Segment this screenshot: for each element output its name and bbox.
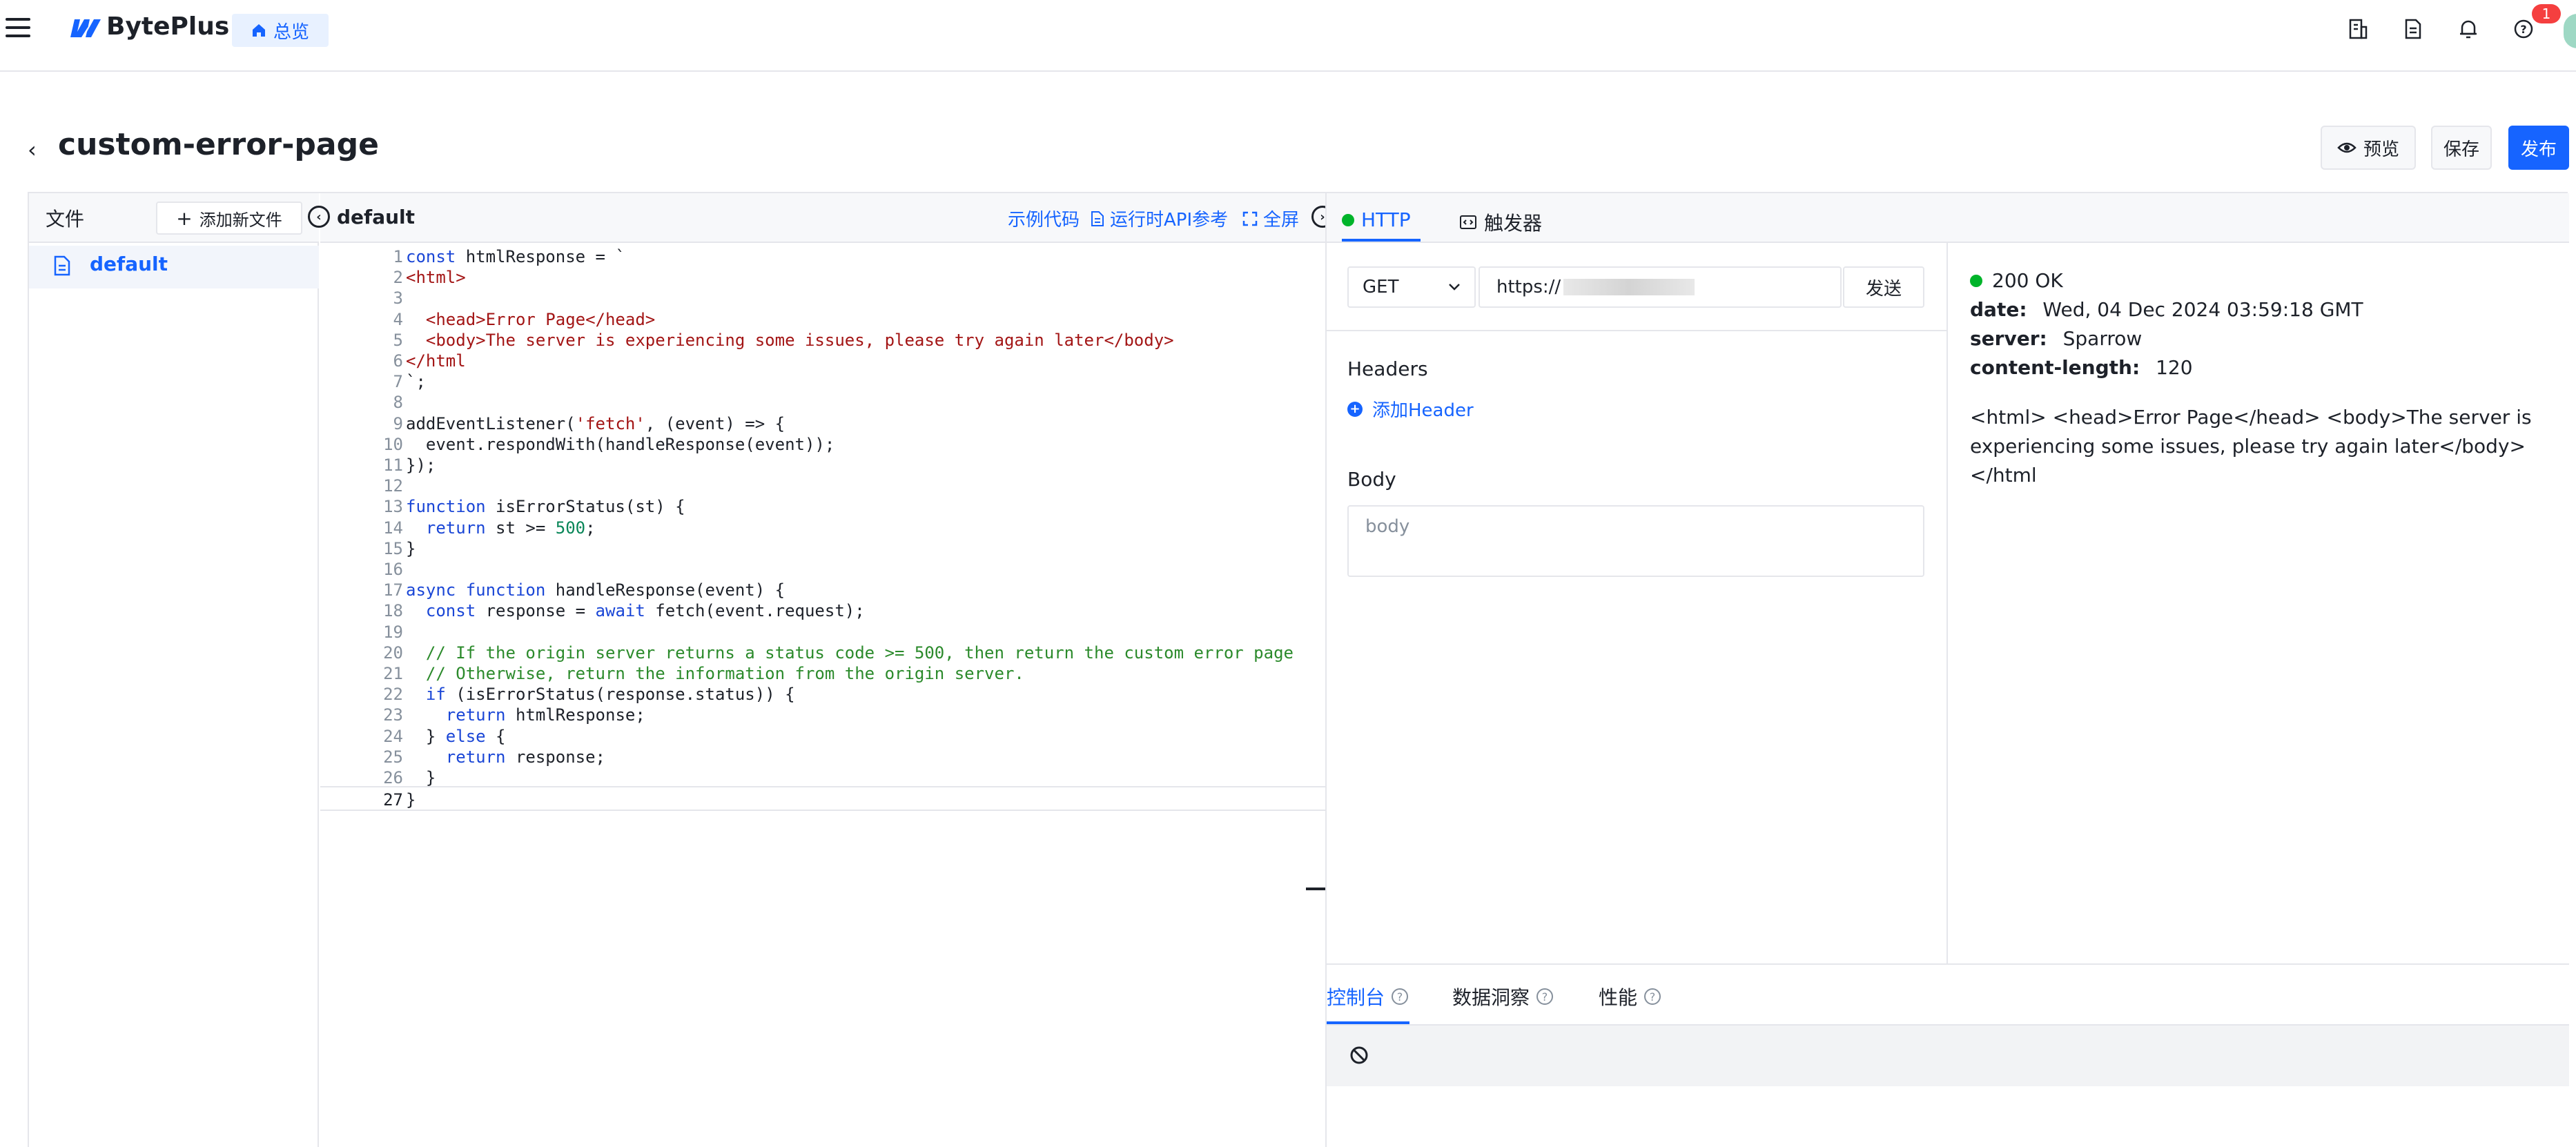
help-circle-icon[interactable]: ? [1644, 988, 1661, 1005]
save-button[interactable]: 保存 [2431, 126, 2492, 170]
tab-trigger[interactable]: 触发器 [1459, 208, 1542, 236]
response-header-row: date: Wed, 04 Dec 2024 03:59:18 GMT [1970, 298, 2363, 321]
tab-console-label: 控制台 [1327, 986, 1385, 1009]
svg-text:?: ? [2520, 23, 2526, 36]
notification-badge: 1 [2532, 4, 2561, 23]
overview-chip[interactable]: 总览 [232, 14, 329, 47]
header-key: server: [1970, 327, 2047, 350]
tab-performance-label: 性能 [1599, 986, 1638, 1009]
fullscreen-icon [1242, 211, 1258, 226]
header-value: Wed, 04 Dec 2024 03:59:18 GMT [2042, 298, 2363, 321]
response-body: <html> <head>Error Page</head> <body>The… [1970, 406, 2532, 487]
request-column [1327, 243, 1948, 963]
code-text: } [406, 790, 416, 810]
plus-icon: + [176, 206, 193, 230]
header-value: Sparrow [2062, 327, 2143, 350]
add-circle-icon: + [1347, 401, 1363, 417]
home-icon [252, 24, 265, 37]
send-button[interactable]: 发送 [1843, 266, 1924, 308]
code-editor[interactable]: 1 const htmlResponse = ` 2 <html> 3 4 <head>E… [320, 243, 1325, 1147]
top-bar [0, 0, 2576, 72]
status-ok-icon [1970, 274, 1982, 287]
divider [1327, 330, 1948, 331]
header-key: date: [1970, 298, 2027, 321]
url-input[interactable]: https:// [1479, 266, 1842, 308]
eye-icon [2337, 142, 2357, 153]
code-icon [1460, 215, 1476, 229]
tab-performance[interactable]: 性能 ? [1599, 983, 1661, 1010]
status-dot-icon [1342, 213, 1354, 226]
preview-label: 预览 [2363, 139, 2399, 160]
examples-link[interactable]: 示例代码 [1008, 206, 1080, 231]
tab-console-underline [1327, 1021, 1409, 1024]
api-reference-label: 运行时API参考 [1110, 210, 1229, 231]
bell-icon[interactable] [2455, 15, 2482, 43]
add-file-label: 添加新文件 [199, 210, 282, 230]
help-circle-icon[interactable]: ? [1392, 988, 1409, 1005]
code-line[interactable]: 27} [320, 786, 1325, 812]
clear-console-icon[interactable] [1349, 1045, 1369, 1066]
scroll-marker [1306, 888, 1325, 890]
line-number: 27 [383, 790, 403, 810]
file-item-label[interactable]: default [90, 253, 168, 275]
method-value: GET [1363, 277, 1399, 297]
response-status: 200 OK [1970, 269, 2063, 292]
file-panel-title: 文件 [46, 208, 85, 231]
collapse-left-icon[interactable]: ‹ [308, 206, 330, 228]
page-title: custom-error-page [58, 127, 379, 162]
overview-label: 总览 [273, 21, 309, 43]
headers-title: Headers [1347, 357, 1428, 380]
document-icon[interactable] [2399, 15, 2427, 43]
tab-trigger-label: 触发器 [1484, 212, 1543, 235]
tab-http-label: HTTP [1361, 208, 1411, 231]
building-icon[interactable] [2344, 15, 2372, 43]
response-status-text: 200 OK [1992, 269, 2063, 292]
file-icon [54, 255, 70, 276]
header-value: 120 [2156, 356, 2193, 379]
chevron-down-icon [1449, 284, 1460, 291]
add-header-link[interactable]: + 添加Header [1347, 396, 1474, 422]
add-file-button[interactable]: + 添加新文件 [156, 202, 302, 235]
editor-tab-title: default [337, 206, 416, 228]
byteplus-logo-icon[interactable] [69, 18, 102, 39]
url-value: https:// [1496, 277, 1561, 297]
help-circle-icon[interactable]: ? [1536, 988, 1554, 1005]
body-textarea[interactable]: body [1347, 505, 1924, 577]
api-reference-link[interactable]: 运行时API参考 [1091, 206, 1228, 231]
response-header-row: content-length: 120 [1970, 356, 2193, 379]
tab-console[interactable]: 控制台 ? [1327, 983, 1409, 1010]
doc-icon [1091, 210, 1104, 226]
response-header-row: server: Sparrow [1970, 327, 2142, 350]
file-panel [29, 193, 319, 1147]
header-key: content-length: [1970, 356, 2140, 379]
method-select[interactable]: GET [1347, 266, 1476, 308]
examples-label: 示例代码 [1008, 210, 1080, 231]
response-column [1949, 243, 2568, 963]
fullscreen-label: 全屏 [1263, 210, 1300, 231]
tab-data-insights[interactable]: 数据洞察 ? [1452, 983, 1554, 1010]
publish-button[interactable]: 发布 [2508, 126, 2569, 170]
url-redacted [1563, 279, 1695, 295]
add-header-label: 添加Header [1372, 400, 1474, 421]
tab-data-insights-label: 数据洞察 [1452, 986, 1530, 1009]
tab-http[interactable]: HTTP [1342, 208, 1411, 231]
preview-button[interactable]: 预览 [2321, 126, 2416, 170]
hamburger-menu-icon[interactable] [6, 18, 30, 39]
fullscreen-link[interactable]: 全屏 [1242, 206, 1299, 231]
console-toolbar [1327, 1026, 2569, 1086]
tab-http-underline [1342, 239, 1421, 242]
file-item-default[interactable] [29, 246, 319, 288]
body-title: Body [1347, 468, 1396, 491]
back-arrow-icon[interactable]: ‹ [28, 137, 37, 163]
brand-name[interactable]: BytePlus [106, 12, 229, 41]
